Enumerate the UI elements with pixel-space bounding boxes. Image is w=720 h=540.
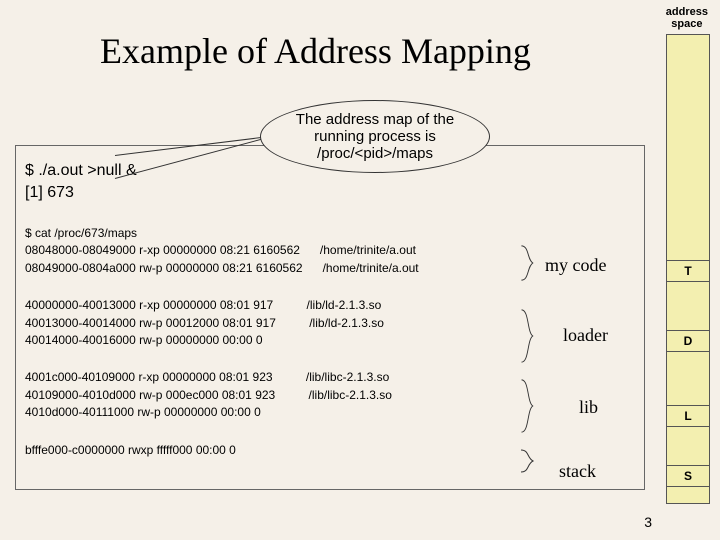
brace-icon (518, 244, 540, 282)
address-space-column: T D L S (666, 34, 710, 504)
shell-prompt: $ ./a.out >null & [1] 673 (25, 160, 137, 205)
prompt-line: $ ./a.out >null & (25, 160, 137, 182)
segment-data: D (667, 330, 709, 352)
maps-block-stack: bfffe000-c0000000 rwxp fffff000 00:00 0 (25, 442, 419, 459)
maps-line: bfffe000-c0000000 rwxp fffff000 00:00 0 (25, 442, 419, 459)
brace-icon (518, 308, 540, 364)
callout-line: running process is (279, 128, 471, 145)
maps-output: $ cat /proc/673/maps 08048000-08049000 r… (25, 225, 419, 479)
maps-line: 40013000-40014000 rw-p 00012000 08:01 91… (25, 315, 419, 332)
aspace-label-line2: space (671, 18, 702, 30)
maps-block-loader: 40000000-40013000 r-xp 00000000 08:01 91… (25, 297, 419, 349)
maps-line: 40014000-40016000 rw-p 00000000 00:00 0 (25, 332, 419, 349)
region-label-stack: stack (559, 461, 596, 482)
callout-line: /proc/<pid>/maps (279, 145, 471, 162)
callout-line: The address map of the (279, 111, 471, 128)
callout-bubble: The address map of the running process i… (260, 100, 490, 173)
prompt-line: [1] 673 (25, 182, 137, 204)
segment-text: T (667, 260, 709, 282)
maps-line: 4001c000-40109000 r-xp 00000000 08:01 92… (25, 369, 419, 386)
slide-title: Example of Address Mapping (100, 30, 531, 72)
region-label-loader: loader (563, 325, 608, 346)
maps-line: $ cat /proc/673/maps (25, 225, 419, 242)
maps-line: 40109000-4010d000 rw-p 000ec000 08:01 92… (25, 387, 419, 404)
brace-icon (518, 378, 540, 434)
maps-block-lib: 4001c000-40109000 r-xp 00000000 08:01 92… (25, 369, 419, 421)
page-number: 3 (644, 514, 652, 530)
segment-lib: L (667, 405, 709, 427)
brace-icon (518, 448, 540, 474)
segment-stack: S (667, 465, 709, 487)
maps-line: 08049000-0804a000 rw-p 00000000 08:21 61… (25, 260, 419, 277)
maps-line: 40000000-40013000 r-xp 00000000 08:01 91… (25, 297, 419, 314)
region-label-lib: lib (579, 397, 598, 418)
address-space-label: address space (666, 6, 708, 30)
maps-line: 08048000-08049000 r-xp 00000000 08:21 61… (25, 242, 419, 259)
aspace-label-line1: address (666, 6, 708, 18)
region-label-code: my code (545, 255, 606, 276)
maps-line: 4010d000-40111000 rw-p 00000000 00:00 0 (25, 404, 419, 421)
maps-block-cat: $ cat /proc/673/maps 08048000-08049000 r… (25, 225, 419, 277)
